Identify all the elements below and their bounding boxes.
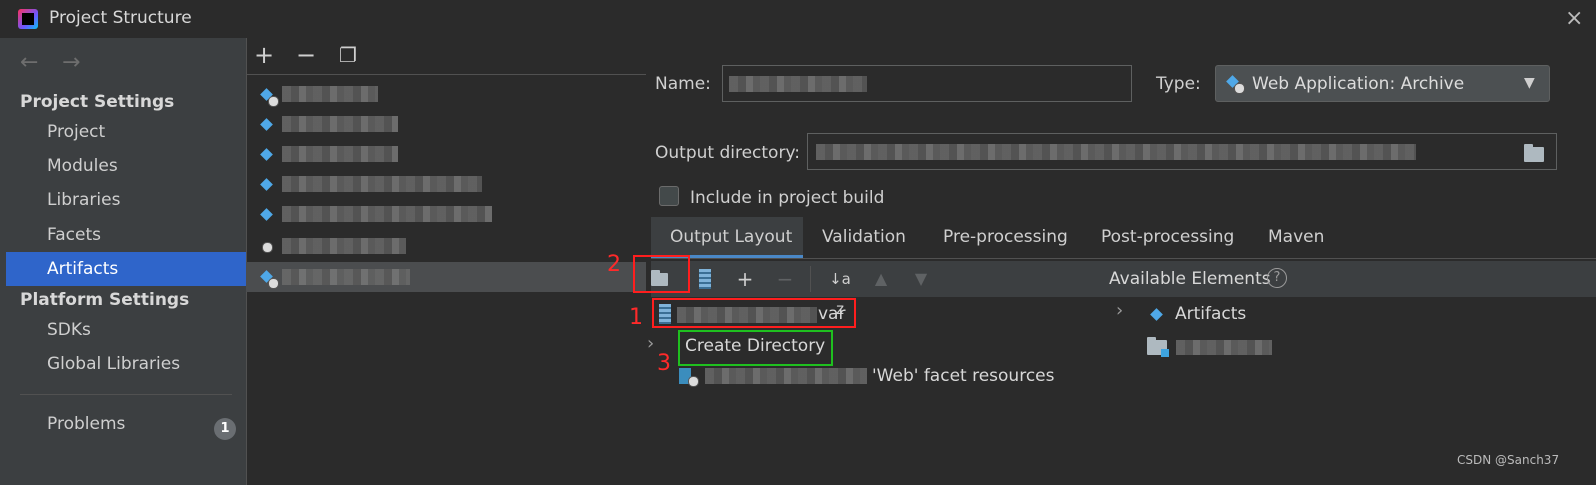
artifact-icon [260,208,273,221]
chevron-right-icon[interactable]: › [1116,300,1123,321]
redacted-name [282,146,398,162]
output-directory-field[interactable] [807,133,1557,170]
chevron-right-icon[interactable]: › [647,333,654,354]
annotation-box-1 [652,298,856,328]
window-title: Project Structure [49,8,192,28]
toolbar-separator [810,266,811,292]
chevron-down-icon: ▼ [1524,75,1535,91]
remove-element-button[interactable]: − [770,264,800,294]
redacted-name [282,206,492,222]
redacted-name [282,176,482,192]
name-label: Name: [655,74,711,94]
sidebar-item-sdks[interactable]: SDKs [6,313,246,347]
toolbar-divider [246,74,646,75]
web-globe-icon [688,376,699,387]
tab-output-layout[interactable]: Output Layout [651,217,803,258]
type-value: Web Application: Archive [1252,74,1465,94]
sidebar-item-global-libraries[interactable]: Global Libraries [6,347,246,381]
redacted-name [282,116,398,132]
include-build-checkbox[interactable] [659,186,679,206]
include-build-label: Include in project build [690,188,885,208]
add-element-button[interactable]: + [730,264,760,294]
sidebar-divider [20,394,232,395]
project-settings-header: Project Settings [20,92,175,112]
forward-arrow-icon[interactable]: → [62,50,80,75]
artifact-list-item[interactable] [246,170,646,200]
type-combo[interactable]: Web Application: Archive ▼ [1215,65,1550,102]
browse-folder-icon[interactable] [1524,144,1544,162]
artifact-icon [260,178,273,191]
tab-divider [651,258,1596,259]
available-elements-header: Available Elements [1109,269,1271,289]
close-icon[interactable]: × [1565,6,1583,31]
web-globe-icon [268,278,279,289]
sort-icon[interactable]: ↓a z [825,264,855,318]
redacted-name [282,86,378,102]
back-arrow-icon[interactable]: ← [20,50,38,75]
annotation-label-1: 1 [629,305,643,330]
sidebar-item-facets[interactable]: Facets [6,218,246,252]
artifact-icon [260,148,273,161]
sidebar-item-problems[interactable]: Problems [6,407,246,441]
sidebar-item-project[interactable]: Project [6,115,246,149]
move-up-icon[interactable]: ▲ [866,264,896,294]
add-artifact-button[interactable]: + [251,42,277,68]
copy-artifact-button[interactable]: ❐ [335,42,361,68]
annotation-label-2: 2 [607,252,621,277]
title-bar [0,0,1596,38]
sidebar-item-modules[interactable]: Modules [6,149,246,183]
sidebar-item-libraries[interactable]: Libraries [6,183,246,217]
add-archive-button[interactable] [690,264,720,294]
artifact-list-item[interactable] [246,140,646,170]
tab-maven[interactable]: Maven [1268,217,1324,258]
sidebar-item-artifacts[interactable]: Artifacts [6,252,246,286]
platform-settings-header: Platform Settings [20,290,190,310]
tab-validation[interactable]: Validation [822,217,906,258]
move-down-icon[interactable]: ▼ [906,264,936,294]
artifact-list-item[interactable] [246,200,646,230]
redacted-name [282,238,406,254]
archive-icon [699,269,711,289]
output-directory-label: Output directory: [655,143,800,163]
name-field[interactable] [722,65,1132,102]
tab-pre-processing[interactable]: Pre-processing [943,217,1068,258]
web-globe-icon [268,96,279,107]
web-globe-icon [262,242,273,253]
artifact-list-item[interactable] [246,232,646,262]
redacted-value [816,144,1416,160]
redacted-value [729,76,867,92]
redacted-module-name [705,368,867,384]
artifact-list-item[interactable] [246,110,646,140]
remove-artifact-button[interactable]: − [293,42,319,68]
annotation-box-2 [633,255,690,293]
help-icon[interactable]: ? [1267,268,1287,288]
module-badge-icon [1161,349,1169,357]
annotation-label-3: 3 [657,351,671,376]
facet-resources-label[interactable]: 'Web' facet resources [872,366,1054,386]
artifact-list-item-selected[interactable] [246,262,646,292]
annotation-box-3 [678,330,833,366]
tab-post-processing[interactable]: Post-processing [1101,217,1234,258]
artifact-list-item[interactable] [246,80,646,110]
intellij-logo-icon [18,9,38,29]
problems-count-badge: 1 [214,418,236,440]
web-globe-icon [1234,83,1245,94]
available-artifacts-label[interactable]: Artifacts [1175,304,1246,324]
redacted-module-name [1176,340,1272,355]
watermark: CSDN @Sanch37 [1457,453,1560,467]
redacted-name [282,269,410,285]
artifact-icon [260,118,273,131]
type-label: Type: [1156,74,1201,94]
